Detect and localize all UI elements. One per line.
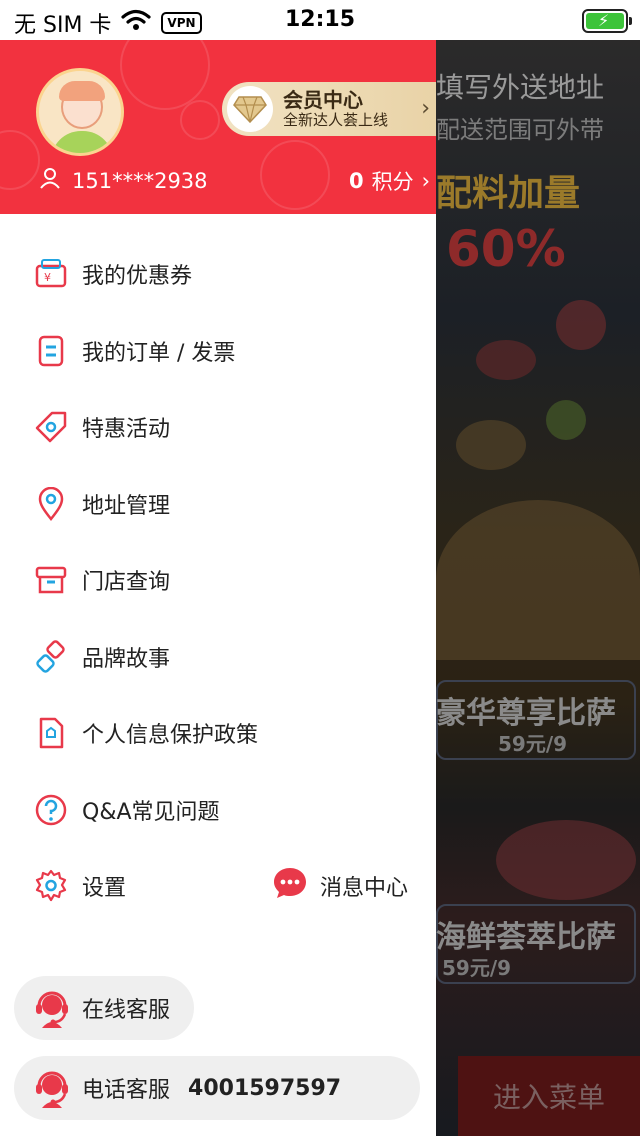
user-phone: 151****2938 <box>72 168 208 193</box>
message-center-label: 消息中心 <box>319 876 408 902</box>
menu-item-privacy-policy[interactable]: 个人信息保护政策 <box>0 695 436 772</box>
gear-icon <box>34 869 68 903</box>
menu-item-settings[interactable]: 设置 <box>34 869 126 903</box>
menu-label-stores: 门店查询 <box>82 570 171 596</box>
chat-bubble-icon <box>272 865 308 907</box>
wifi-icon <box>121 9 152 37</box>
question-icon <box>34 793 68 827</box>
bg-pizza1-price: 59元/9 <box>498 732 568 756</box>
menu-label-address: 地址管理 <box>82 493 171 519</box>
menu-label-coupons: 我的优惠券 <box>82 264 193 290</box>
avatar[interactable] <box>36 68 124 156</box>
headset-agent-icon <box>32 1068 72 1108</box>
service-phone-number: 4001597597 <box>188 1075 342 1101</box>
phone-service-label: 电话客服 <box>82 1078 171 1103</box>
diamond-icon <box>227 86 273 132</box>
points-link[interactable]: 0 积分 › <box>349 166 430 196</box>
bg-promo-percent: 60% <box>446 220 566 278</box>
enter-menu-button[interactable]: 进入菜单 <box>458 1056 640 1136</box>
policy-doc-icon <box>34 716 68 750</box>
online-service-label: 在线客服 <box>82 998 171 1023</box>
bg-pizza2-price: 59元/9 <box>442 956 512 980</box>
carrier-label: 无 SIM 卡 <box>14 13 112 38</box>
phone-service-button[interactable]: 电话客服 4001597597 <box>14 1056 420 1120</box>
menu-label-promotions: 特惠活动 <box>82 417 171 443</box>
coupon-wallet-icon: ¥ <box>34 257 68 291</box>
menu-label-privacy-policy: 个人信息保护政策 <box>82 723 259 749</box>
menu-row-settings: 设置 消息中心 <box>0 848 436 925</box>
user-icon <box>38 166 62 195</box>
bg-delivery-address-text: 填写外送地址 <box>436 71 605 104</box>
menu-item-orders[interactable]: 我的订单 / 发票 <box>0 313 436 390</box>
location-pin-icon <box>34 486 68 521</box>
online-service-button[interactable]: 在线客服 <box>14 976 194 1040</box>
menu-item-brand-story[interactable]: 品牌故事 <box>0 619 436 696</box>
status-bar: 无 SIM 卡 VPN 12:15 ⚡ <box>0 0 640 40</box>
member-center-title: 会员中心 <box>283 87 363 112</box>
menu-label-faq: Q&A常见问题 <box>82 799 220 825</box>
order-doc-icon <box>34 334 68 368</box>
menu-label-brand-story: 品牌故事 <box>82 646 171 672</box>
points-label: 积分 <box>371 170 414 194</box>
svg-text:¥: ¥ <box>44 271 51 284</box>
headset-agent-icon <box>32 988 72 1028</box>
drawer-header: 会员中心 全新达人荟上线 › 151****2938 0 积分 › <box>0 40 436 214</box>
menu-item-faq[interactable]: Q&A常见问题 <box>0 772 436 849</box>
menu-item-promotions[interactable]: 特惠活动 <box>0 389 436 466</box>
drawer-menu: ¥ 我的优惠券 我的订单 / 发票 特惠活动 地址管理 门店查询 品牌故事 个人… <box>0 236 436 925</box>
bg-promo-headline: 配料加量 <box>436 173 581 214</box>
points-value: 0 <box>348 169 364 193</box>
bg-pizza1-name: 豪华尊享比萨 <box>436 696 616 731</box>
member-center-subtitle: 全新达人荟上线 <box>283 110 389 129</box>
side-drawer: 会员中心 全新达人荟上线 › 151****2938 0 积分 › ¥ 我的优惠… <box>0 40 436 1136</box>
chevron-right-icon: › <box>421 96 430 121</box>
chevron-right-icon: › <box>421 169 430 193</box>
menu-item-address[interactable]: 地址管理 <box>0 466 436 543</box>
message-center-button[interactable]: 消息中心 <box>272 865 408 907</box>
store-icon <box>34 563 68 597</box>
bg-pizza2-name: 海鲜荟萃比萨 <box>436 920 616 955</box>
menu-item-stores[interactable]: 门店查询 <box>0 542 436 619</box>
tag-icon <box>34 410 68 444</box>
menu-label-orders: 我的订单 / 发票 <box>82 340 236 366</box>
menu-item-coupons[interactable]: ¥ 我的优惠券 <box>0 236 436 313</box>
vpn-badge: VPN <box>161 12 202 34</box>
background-promo: 填写外送地址 配送范围可外带 配料加量 60% 豪华尊享比萨 59元/9 海鲜荟… <box>436 40 640 1136</box>
bg-delivery-range-text: 配送范围可外带 <box>436 116 604 144</box>
menu-label-settings: 设置 <box>82 876 127 902</box>
battery-icon: ⚡ <box>582 9 632 33</box>
member-center-button[interactable]: 会员中心 全新达人荟上线 › <box>222 82 436 136</box>
user-phone-row[interactable]: 151****2938 <box>38 166 208 195</box>
link-shapes-icon <box>34 640 68 674</box>
